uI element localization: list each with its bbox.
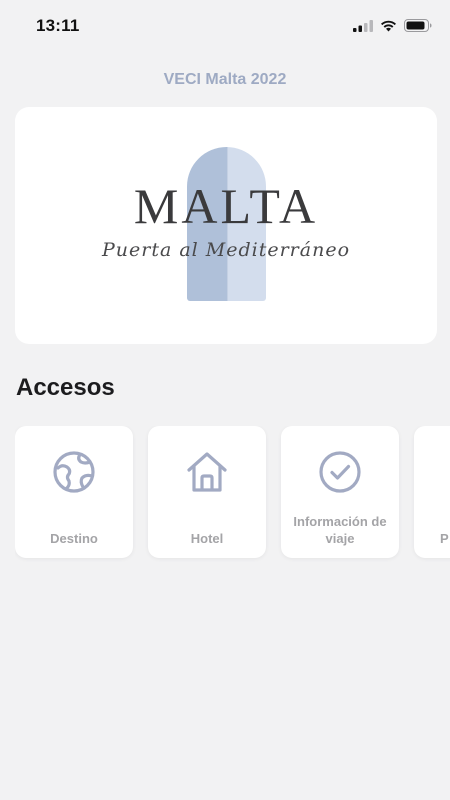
logo-tagline: Puerta al Mediterráneo: [101, 239, 351, 261]
tile-label: Hotel: [190, 531, 224, 546]
tile-partial[interactable]: P: [414, 426, 450, 558]
accesos-tiles: Destino Hotel Información de viaje P: [15, 426, 450, 566]
tile-label: Información de viaje: [293, 514, 387, 546]
banner-card: MALTA Puerta al Mediterráneo: [15, 107, 437, 344]
tile-label: P: [440, 531, 449, 546]
status-bar: 13:11: [0, 0, 450, 54]
wifi-icon: [381, 20, 396, 31]
tile-informacion-de-viaje[interactable]: Información de viaje: [281, 426, 399, 558]
app-title: VECI Malta 2022: [163, 71, 287, 88]
tile-label: Destino: [50, 531, 98, 546]
malta-logo: MALTA Puerta al Mediterráneo: [15, 107, 437, 344]
app-screen: 13:11 VECI Malta 2022 MALTA Puerta al Me…: [0, 0, 450, 800]
tile-hotel[interactable]: Hotel: [148, 426, 266, 558]
tile-destino[interactable]: Destino: [15, 426, 133, 558]
section-title-accesos: Accesos: [16, 374, 115, 401]
globe-icon: [53, 451, 95, 493]
status-icons: [353, 19, 432, 32]
home-icon: [187, 452, 227, 492]
check-circle-icon: [319, 451, 361, 493]
status-time: 13:11: [36, 16, 80, 35]
cellular-signal-icon: [353, 19, 373, 32]
logo-wordmark: MALTA: [133, 178, 319, 234]
battery-icon: [404, 19, 432, 32]
